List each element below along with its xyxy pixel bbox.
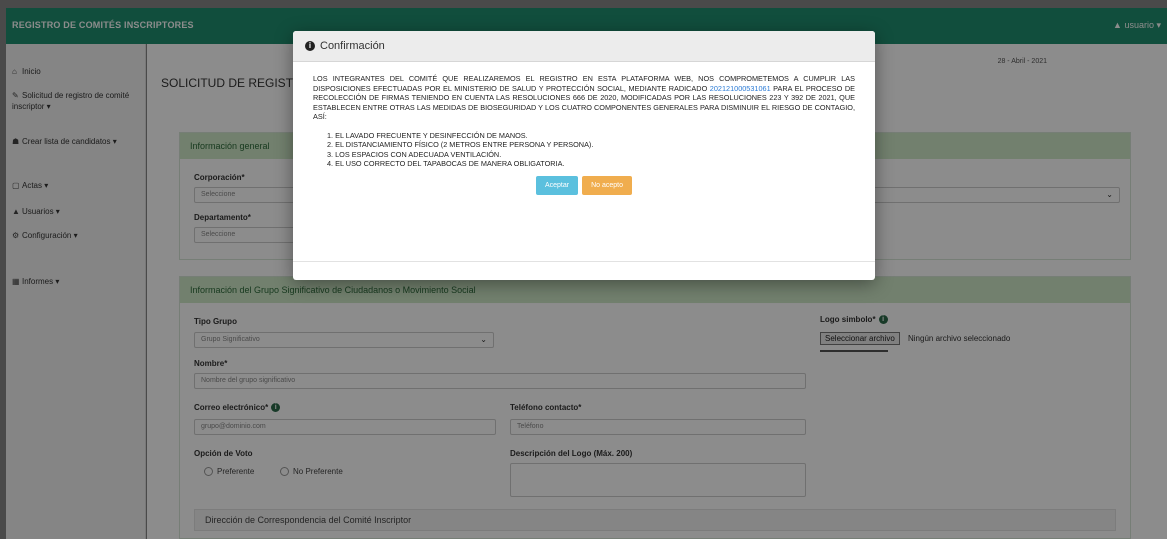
list-item: 4. EL USO CORRECTO DEL TAPABOCAS DE MANE…	[327, 159, 565, 169]
confirmation-modal: i Confirmación LOS INTEGRANTES DEL COMITÉ…	[293, 31, 875, 280]
measures-list: 1. EL LAVADO FRECUENTE Y DESINFECCIÓN DE…	[313, 131, 855, 169]
list-item: 2. EL DISTANCIAMIENTO FÍSICO (2 METROS E…	[327, 140, 594, 150]
accept-button[interactable]: Aceptar	[535, 175, 579, 195]
modal-title: Confirmación	[320, 40, 385, 52]
modal-footer-divider	[293, 261, 875, 262]
modal-buttons: Aceptar No acepto	[313, 175, 855, 195]
modal-paragraph: LOS INTEGRANTES DEL COMITÉ QUE REALIZARE…	[313, 74, 855, 122]
radicado-link[interactable]: 202121000531061	[710, 84, 771, 93]
list-item: 1. EL LAVADO FRECUENTE Y DESINFECCIÓN DE…	[327, 130, 528, 140]
list-item: 3. LOS ESPACIOS CON ADECUADA VENTILACIÓN…	[327, 149, 502, 159]
modal-body: LOS INTEGRANTES DEL COMITÉ QUE REALIZARE…	[293, 62, 875, 195]
reject-button[interactable]: No acepto	[582, 175, 633, 195]
info-icon: i	[305, 41, 315, 52]
modal-header: i Confirmación	[293, 31, 875, 62]
